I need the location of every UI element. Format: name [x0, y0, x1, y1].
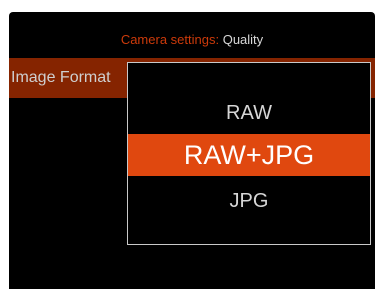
option-raw-jpg-selected[interactable]: RAW+JPG — [128, 134, 370, 176]
setting-row-label: Image Format — [11, 69, 111, 86]
camera-screen: Camera settings: Quality Image Format RA… — [9, 12, 375, 289]
option-jpg[interactable]: JPG — [128, 186, 370, 216]
header-value: Quality — [222, 32, 264, 47]
format-options-popup: RAW RAW+JPG JPG — [127, 62, 371, 245]
screen-header: Camera settings: Quality — [9, 32, 375, 48]
header-prefix: Camera settings: — [120, 32, 220, 47]
option-raw[interactable]: RAW — [128, 98, 370, 128]
